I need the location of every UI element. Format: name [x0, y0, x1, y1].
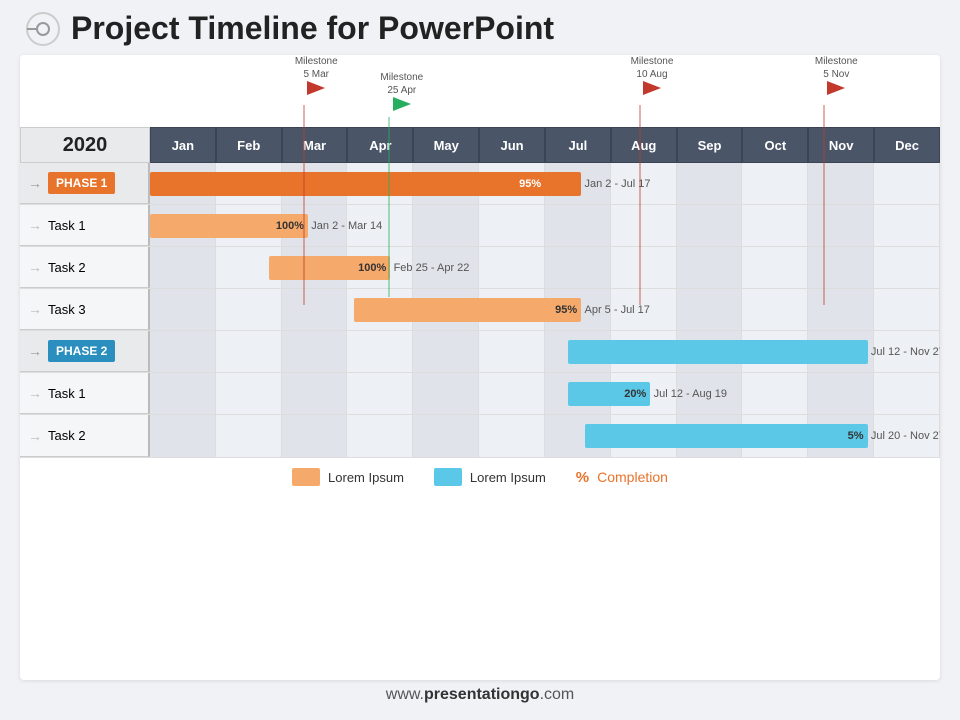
task2a-dates: Feb 25 - Apr 22 — [394, 262, 470, 274]
legend-completion-label: Completion — [597, 469, 668, 485]
milestone-1: Milestone 5 Mar — [295, 55, 338, 95]
task2b-row: → Task 2 5% — [20, 415, 940, 457]
task2b-label: → Task 2 — [20, 415, 150, 457]
arrow-icon: → — [28, 343, 42, 359]
task1a-grid: 100% Jan 2 - Mar 14 — [150, 205, 940, 246]
phase1-dates: Jan 2 - Jul 17 — [585, 178, 651, 190]
page-title: Project Timeline for PowerPoint — [71, 10, 554, 47]
arrow-icon: → — [28, 175, 42, 191]
month-aug: Aug — [611, 127, 677, 163]
task1b-grid: 20% Jul 12 - Aug 19 — [150, 373, 940, 414]
timeline-icon — [25, 11, 61, 47]
phase1-box: PHASE 1 — [48, 172, 115, 194]
task2a-bar: 100% — [269, 256, 391, 280]
phase2-row: → PHASE 2 Jul — [20, 331, 940, 373]
legend-blue: Lorem Ipsum — [434, 468, 546, 486]
task3a-row: → Task 3 95% — [20, 289, 940, 331]
milestone-4: Milestone 5 Nov — [815, 55, 858, 95]
legend-orange-label: Lorem Ipsum — [328, 470, 404, 485]
legend-percent-symbol: % — [576, 469, 589, 486]
task2a-label: → Task 2 — [20, 247, 150, 288]
month-may: May — [413, 127, 479, 163]
arrow-icon: → — [28, 301, 42, 317]
legend-completion: % Completion — [576, 469, 668, 486]
task2a-grid: 100% Feb 25 - Apr 22 — [150, 247, 940, 288]
phase2-grid: Jul 12 - Nov 27 — [150, 331, 940, 372]
arrow-icon: → — [28, 217, 42, 233]
month-apr: Apr — [347, 127, 413, 163]
milestone-2: Milestone 25 Apr — [380, 71, 423, 111]
flag-icon-2 — [393, 97, 411, 111]
month-sep: Sep — [677, 127, 743, 163]
phase2-bar — [568, 340, 868, 364]
legend-blue-label: Lorem Ipsum — [470, 470, 546, 485]
task1a-dates: Jan 2 - Mar 14 — [311, 220, 382, 232]
footer-text: www.presentationgo.com — [386, 686, 574, 703]
flag-icon-4 — [827, 81, 845, 95]
month-jan: Jan — [150, 127, 216, 163]
task1b-label: → Task 1 — [20, 373, 150, 414]
months-header: 2020 Jan Feb Mar Apr May Jun Jul Aug Sep… — [20, 127, 940, 163]
milestones-area: Milestone 5 Mar Milestone 25 Apr — [150, 55, 940, 127]
phase2-label: → PHASE 2 — [20, 331, 150, 372]
phase2-box: PHASE 2 — [48, 340, 115, 362]
header: Project Timeline for PowerPoint — [20, 10, 940, 47]
year-cell: 2020 — [20, 127, 150, 163]
arrow-icon: → — [28, 259, 42, 275]
phase1-bar: 95% — [150, 172, 581, 196]
phase1-grid: 95% Jan 2 - Jul 17 — [150, 163, 940, 204]
legend: Lorem Ipsum Lorem Ipsum % Completion — [20, 457, 940, 492]
legend-blue-box — [434, 468, 462, 486]
page: Project Timeline for PowerPoint Mileston… — [0, 0, 960, 720]
month-jul: Jul — [545, 127, 611, 163]
task2b-bar: 5% — [585, 424, 868, 448]
milestone-3: Milestone 10 Aug — [631, 55, 674, 95]
arrow-icon: → — [28, 385, 42, 401]
footer: www.presentationgo.com — [20, 680, 940, 710]
flag-icon-3 — [643, 81, 661, 95]
task2b-grid: 5% Jul 20 - Nov 27 — [150, 415, 940, 457]
month-oct: Oct — [742, 127, 808, 163]
task1b-bar: 20% — [568, 382, 650, 406]
task2a-row: → Task 2 100% — [20, 247, 940, 289]
task3a-dates: Apr 5 - Jul 17 — [585, 304, 650, 316]
task1b-row: → Task 1 20% — [20, 373, 940, 415]
task1a-bar: 100% — [150, 214, 308, 238]
legend-orange: Lorem Ipsum — [292, 468, 404, 486]
task3a-grid: 95% Apr 5 - Jul 17 — [150, 289, 940, 330]
task1b-dates: Jul 12 - Aug 19 — [654, 388, 727, 400]
month-dec: Dec — [874, 127, 940, 163]
task1a-label: → Task 1 — [20, 205, 150, 246]
month-feb: Feb — [216, 127, 282, 163]
flag-icon-1 — [307, 81, 325, 95]
task1a-row: → Task 1 100% — [20, 205, 940, 247]
month-nov: Nov — [808, 127, 874, 163]
task2b-dates: Jul 20 - Nov 27 — [871, 430, 940, 442]
task3a-label: → Task 3 — [20, 289, 150, 330]
legend-orange-box — [292, 468, 320, 486]
phase2-dates: Jul 12 - Nov 27 — [871, 346, 940, 358]
phase1-row: → PHASE 1 95% — [20, 163, 940, 205]
arrow-icon: → — [28, 428, 42, 444]
phase1-label: → PHASE 1 — [20, 163, 150, 204]
month-jun: Jun — [479, 127, 545, 163]
month-mar: Mar — [282, 127, 348, 163]
task3a-bar: 95% — [354, 298, 581, 322]
